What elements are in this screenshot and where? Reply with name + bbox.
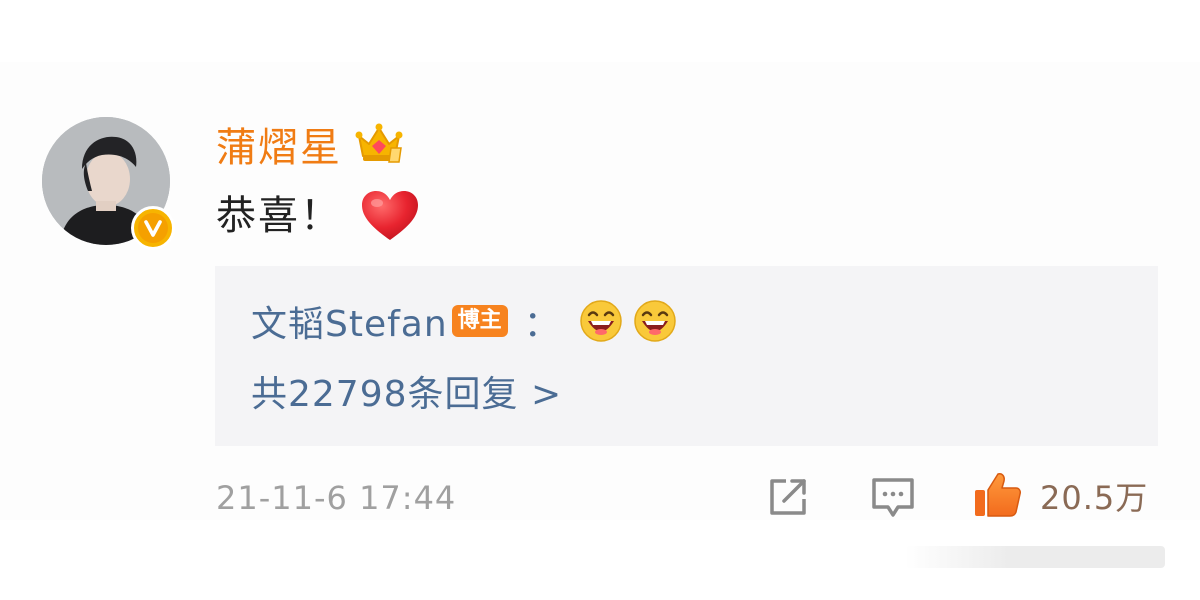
reply-preview: 文韬Stefan 博主 ：	[251, 296, 688, 346]
thumbs-up-icon[interactable]	[972, 470, 1022, 520]
timestamp: 21-11-6 17:44	[216, 479, 457, 517]
laughing-emoji	[579, 300, 622, 342]
username[interactable]: 蒲熠星	[216, 122, 342, 174]
verified-v-icon	[144, 220, 162, 237]
laughing-emoji	[633, 300, 676, 342]
comment-text: 恭喜！	[216, 193, 342, 239]
crown-icon	[355, 123, 403, 163]
next-item-hint	[905, 546, 1165, 568]
heart-emoji	[362, 191, 418, 240]
blogger-badge: 博主	[451, 305, 508, 337]
comment-screen: 蒲熠星 恭喜！ 文韬Stefan 博主 ： 共22798条回复 > 21-11-…	[0, 0, 1200, 600]
comment-icon[interactable]	[870, 475, 916, 519]
like-count: 20.5万	[1040, 479, 1149, 517]
reply-colon: ：	[523, 304, 560, 345]
reply-author[interactable]: 文韬Stefan	[251, 295, 448, 347]
top-spacer	[0, 0, 1200, 62]
share-icon[interactable]	[766, 475, 810, 519]
verified-badge	[131, 206, 175, 250]
view-replies-link[interactable]: 共22798条回复 >	[251, 370, 562, 420]
